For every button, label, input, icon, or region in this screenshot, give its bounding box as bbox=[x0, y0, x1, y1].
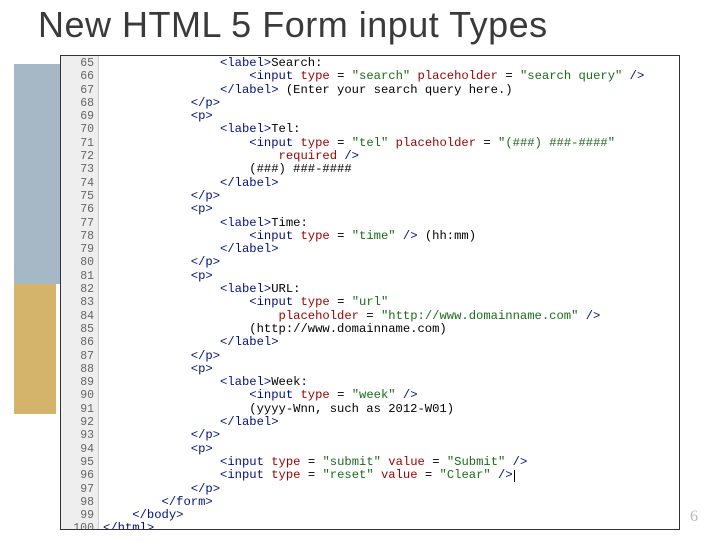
code-line: <input type = "tel" placeholder = "(###)… bbox=[103, 137, 677, 150]
code-line: <p> bbox=[103, 110, 677, 123]
code-line: <label>Time: bbox=[103, 217, 677, 230]
line-number: 74 bbox=[61, 177, 94, 190]
line-number: 78 bbox=[61, 230, 94, 243]
code-line: <label>Tel: bbox=[103, 123, 677, 136]
code-line: </label> bbox=[103, 336, 677, 349]
line-number: 83 bbox=[61, 296, 94, 309]
code-line: <input type = "search" placeholder = "se… bbox=[103, 70, 677, 83]
code-line: placeholder = "http://www.domainname.com… bbox=[103, 310, 677, 323]
text-cursor bbox=[514, 470, 515, 482]
line-number: 73 bbox=[61, 163, 94, 176]
code-line: <label>Search: bbox=[103, 57, 677, 70]
line-number-gutter: 6566676869707172737475767778798081828384… bbox=[61, 56, 99, 529]
line-number: 95 bbox=[61, 456, 94, 469]
code-line: (yyyy-Wnn, such as 2012-W01) bbox=[103, 403, 677, 416]
line-number: 72 bbox=[61, 150, 94, 163]
code-line: </p> bbox=[103, 190, 677, 203]
code-line: </p> bbox=[103, 256, 677, 269]
line-number: 86 bbox=[61, 336, 94, 349]
code-line: <label>URL: bbox=[103, 283, 677, 296]
code-line: <p> bbox=[103, 443, 677, 456]
line-number: 94 bbox=[61, 443, 94, 456]
line-number: 71 bbox=[61, 137, 94, 150]
code-line: <input type = "reset" value = "Clear" /> bbox=[103, 469, 677, 482]
line-number: 67 bbox=[61, 84, 94, 97]
code-line: </p> bbox=[103, 483, 677, 496]
line-number: 80 bbox=[61, 256, 94, 269]
line-number: 92 bbox=[61, 416, 94, 429]
side-accents bbox=[0, 64, 60, 544]
line-number: 81 bbox=[61, 270, 94, 283]
line-number: 69 bbox=[61, 110, 94, 123]
line-number: 99 bbox=[61, 509, 94, 522]
code-line: <p> bbox=[103, 270, 677, 283]
line-number: 91 bbox=[61, 403, 94, 416]
line-number: 76 bbox=[61, 203, 94, 216]
line-number: 90 bbox=[61, 389, 94, 402]
line-number: 93 bbox=[61, 429, 94, 442]
line-number: 65 bbox=[61, 57, 94, 70]
line-number: 79 bbox=[61, 243, 94, 256]
code-line: <p> bbox=[103, 363, 677, 376]
line-number: 70 bbox=[61, 123, 94, 136]
code-line: </body> bbox=[103, 509, 677, 522]
code-line: </p> bbox=[103, 350, 677, 363]
line-number: 82 bbox=[61, 283, 94, 296]
code-line: </p> bbox=[103, 97, 677, 110]
code-line: </label> bbox=[103, 243, 677, 256]
code-line: <input type = "url" bbox=[103, 296, 677, 309]
code-line: required /> bbox=[103, 150, 677, 163]
line-number: 68 bbox=[61, 97, 94, 110]
line-number: 66 bbox=[61, 70, 94, 83]
line-number: 77 bbox=[61, 217, 94, 230]
line-number: 87 bbox=[61, 350, 94, 363]
code-line: </label> bbox=[103, 416, 677, 429]
code-line: (###) ###-#### bbox=[103, 163, 677, 176]
code-line: <input type = "week" /> bbox=[103, 389, 677, 402]
code-line: <input type = "submit" value = "Submit" … bbox=[103, 456, 677, 469]
line-number: 75 bbox=[61, 190, 94, 203]
code-line: <p> bbox=[103, 203, 677, 216]
code-line: </html> bbox=[103, 522, 677, 530]
code-area: <label>Search: <input type = "search" pl… bbox=[99, 56, 679, 530]
page-number: 6 bbox=[690, 508, 698, 526]
line-number: 98 bbox=[61, 496, 94, 509]
code-line: (http://www.domainname.com) bbox=[103, 323, 677, 336]
line-number: 88 bbox=[61, 363, 94, 376]
slide-title: New HTML 5 Form input Types bbox=[0, 0, 720, 50]
code-line: </p> bbox=[103, 429, 677, 442]
code-editor: 6566676869707172737475767778798081828384… bbox=[60, 55, 680, 530]
code-line: </label> bbox=[103, 177, 677, 190]
code-line: </label> (Enter your search query here.) bbox=[103, 84, 677, 97]
code-line: <input type = "time" /> (hh:mm) bbox=[103, 230, 677, 243]
line-number: 89 bbox=[61, 376, 94, 389]
accent-gold bbox=[14, 284, 56, 414]
line-number: 84 bbox=[61, 310, 94, 323]
accent-blue bbox=[14, 64, 60, 284]
code-line: </form> bbox=[103, 496, 677, 509]
line-number: 100 bbox=[61, 522, 94, 530]
code-line: <label>Week: bbox=[103, 376, 677, 389]
line-number: 85 bbox=[61, 323, 94, 336]
line-number: 97 bbox=[61, 483, 94, 496]
line-number: 96 bbox=[61, 469, 94, 482]
